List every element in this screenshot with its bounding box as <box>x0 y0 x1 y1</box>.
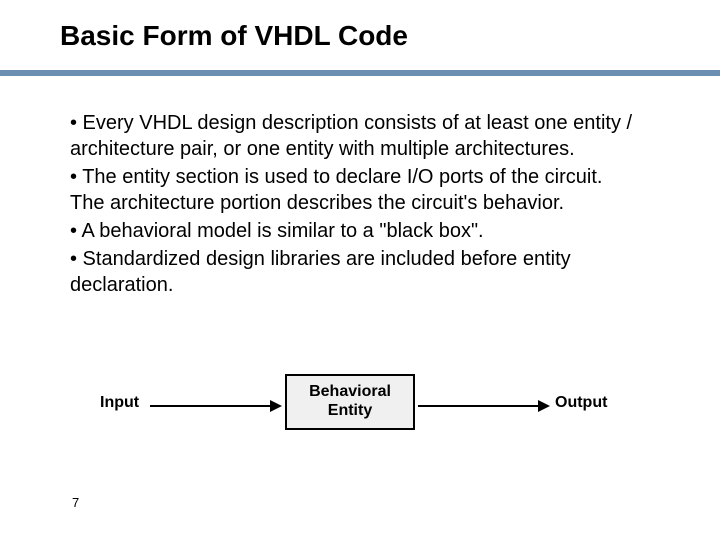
diagram-input-label: Input <box>100 394 139 412</box>
arrow-icon <box>418 398 548 414</box>
page-number: 7 <box>72 495 79 510</box>
bullet-item: • Every VHDL design description consists… <box>70 110 640 162</box>
diagram: Input Behavioral Entity Output <box>100 370 620 450</box>
arrow-icon <box>150 398 280 414</box>
diagram-box: Behavioral Entity <box>285 374 415 430</box>
slide-title: Basic Form of VHDL Code <box>60 20 408 52</box>
body-text: • Every VHDL design description consists… <box>70 110 640 300</box>
bullet-item: • Standardized design libraries are incl… <box>70 246 640 298</box>
diagram-output-label: Output <box>555 394 607 412</box>
diagram-box-line2: Entity <box>287 401 413 420</box>
slide: Basic Form of VHDL Code • Every VHDL des… <box>0 0 720 540</box>
bullet-item: • A behavioral model is similar to a "bl… <box>70 218 640 244</box>
title-underline <box>0 70 720 76</box>
diagram-box-line1: Behavioral <box>287 382 413 401</box>
bullet-item: • The entity section is used to declare … <box>70 164 640 216</box>
